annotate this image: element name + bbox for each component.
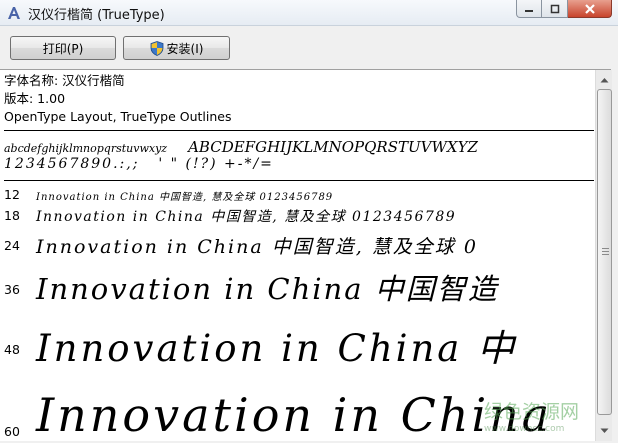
scroll-up-button[interactable] — [596, 71, 613, 88]
font-info: 字体名称: 汉仪行楷简 版本: 1.00 OpenType Layout, Tr… — [4, 72, 231, 126]
uac-shield-icon — [150, 40, 163, 56]
sample-size: 60 — [4, 424, 20, 439]
scroll-down-button[interactable] — [596, 422, 613, 439]
close-button[interactable] — [568, 0, 612, 18]
maximize-button[interactable] — [542, 0, 568, 18]
charset-punctuation: ' " (!?) +-*/= — [158, 156, 274, 172]
minimize-icon — [525, 9, 533, 12]
font-name-line: 字体名称: 汉仪行楷简 — [4, 73, 125, 88]
thumb-grip — [602, 251, 609, 252]
close-icon — [584, 3, 595, 14]
title-bar[interactable]: 汉仪行楷简 (TrueType) — [0, 0, 618, 26]
sample-text: Innovation in China 中国智造, 慧及全球 012345678… — [36, 192, 334, 203]
watermark-text: 绿色资源网 — [484, 401, 580, 423]
arrow-up-icon — [600, 77, 609, 82]
print-button[interactable]: 打印(P) — [10, 36, 116, 60]
sample-size: 12 — [4, 187, 20, 202]
thumb-grip — [602, 248, 609, 249]
arrow-down-icon — [600, 428, 609, 433]
print-button-label: 打印(P) — [42, 41, 84, 56]
charset-digits-punct: 1234567890.:,; ' " (!?) +-*/= — [4, 156, 274, 172]
charset-uppercase: ABCDEFGHIJKLMNOPQRSTUVWXYZ — [188, 138, 478, 156]
sample-text: Innovation in China 中国智造, 慧及全球 012345678… — [36, 209, 457, 225]
divider — [4, 130, 594, 131]
sample-size: 18 — [4, 208, 20, 223]
sample-text: Innovation in China 中国智造, 慧及全球 0 — [36, 236, 478, 258]
thumb-grip — [602, 254, 609, 255]
vertical-scrollbar[interactable] — [595, 70, 612, 441]
window-controls — [516, 0, 612, 20]
install-button[interactable]: 安装(I) — [123, 36, 230, 60]
font-version-line: 版本: 1.00 — [4, 91, 66, 106]
font-type-line: OpenType Layout, TrueType Outlines — [4, 109, 232, 124]
toolbar: 打印(P) 安装(I) — [0, 26, 618, 68]
minimize-button[interactable] — [516, 0, 542, 18]
watermark: 绿色资源网 www.downcc.com — [484, 397, 579, 434]
watermark-url: www.downcc.com — [484, 424, 565, 434]
sample-text: Innovation in China 中国智造 — [36, 272, 499, 306]
sample-text: Innovation in China 中 — [36, 327, 518, 370]
charset-lowercase: abcdefghijklmnopqrstuvwxyz — [4, 142, 168, 155]
sample-size: 36 — [4, 282, 20, 297]
maximize-icon — [550, 4, 559, 13]
window-title: 汉仪行楷简 (TrueType) — [28, 8, 165, 23]
sample-size: 48 — [4, 342, 20, 357]
charset-digits: 1234567890.:,; — [4, 156, 140, 172]
divider — [4, 180, 594, 181]
scroll-thumb[interactable] — [597, 89, 612, 415]
font-file-icon — [8, 7, 20, 19]
sample-size: 24 — [4, 238, 20, 253]
charset-letters: abcdefghijklmnopqrstuvwxyz ABCDEFGHIJKLM… — [4, 138, 478, 156]
install-button-label: 安装(I) — [166, 41, 204, 56]
font-preview-area[interactable]: 字体名称: 汉仪行楷简 版本: 1.00 OpenType Layout, Tr… — [0, 69, 611, 441]
sample-text: Innovation in China — [36, 388, 553, 441]
